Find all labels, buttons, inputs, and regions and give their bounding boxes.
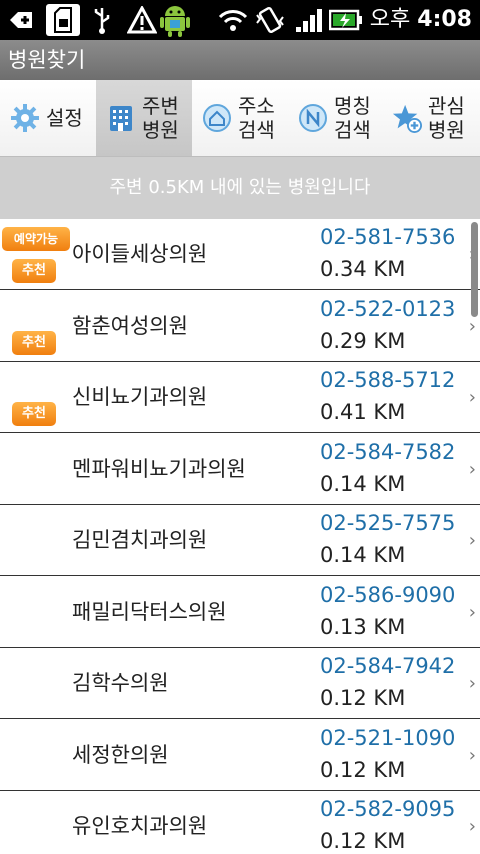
hospital-distance: 0.12 KM [320, 686, 406, 710]
hospital-phone[interactable]: 02-584-7942 [320, 654, 455, 678]
tab-favorite-label-line1: 관심 [428, 94, 465, 118]
clock-time: 4:08 [417, 7, 472, 32]
tab-bar: 설정 주변 병원 주소 검색 명칭 검색 관심 병원 [0, 80, 480, 157]
tab-address-search[interactable]: 주소 검색 [192, 80, 288, 156]
chevron-right-icon: › [468, 458, 476, 480]
hospital-distance: 0.41 KM [320, 400, 406, 424]
tab-nearby-label-line2: 병원 [142, 118, 179, 142]
house-circle-icon [202, 103, 232, 133]
chevron-right-icon: › [468, 744, 476, 766]
tab-name-label-line2: 검색 [334, 118, 371, 142]
app-title: 병원찾기 [8, 48, 86, 72]
chevron-right-icon: › [468, 816, 476, 837]
chevron-right-icon: › [468, 530, 476, 551]
hospital-row[interactable]: 김민겸치과의원 02-525-7575 0.14 KM › [0, 505, 480, 576]
clock-ampm: 오후 [369, 7, 411, 32]
hospital-distance: 0.29 KM [320, 328, 406, 353]
hospital-row[interactable]: 추천 신비뇨기과의원 02-588-5712 0.41 KM › [0, 362, 480, 433]
hospital-phone[interactable]: 02-588-5712 [320, 368, 455, 392]
scrollbar[interactable] [471, 222, 478, 317]
hospital-phone[interactable]: 02-584-7582 [320, 440, 455, 464]
tab-nearby-label: 주변 병원 [142, 94, 179, 142]
hospital-list[interactable]: 예약가능추천아이들세상의원02-581-75360.34 KM›추천함춘여성의원… [0, 219, 480, 854]
tab-settings[interactable]: 설정 [0, 80, 96, 156]
hospital-distance: 0.34 KM [320, 257, 406, 281]
hospital-phone[interactable]: 02-586-9090 [320, 583, 455, 607]
tab-name-label: 명칭 검색 [334, 94, 371, 142]
hospital-row[interactable]: 김학수의원 02-584-7942 0.12 KM › [0, 648, 480, 719]
hospital-row[interactable]: 추천 함춘여성의원 02-522-0123 0.29 KM › [0, 290, 480, 362]
add-icon [6, 4, 36, 36]
android-icon [158, 4, 192, 37]
hospital-row[interactable]: 세정한의원 02-521-1090 0.12 KM › [0, 719, 480, 791]
chevron-right-icon: › [468, 387, 476, 408]
battery-icon [328, 4, 364, 36]
hospital-phone[interactable]: 02-582-9095 [320, 797, 455, 821]
recommend-badge: 추천 [12, 259, 56, 283]
hospital-row[interactable]: 유인호치과의원 02-582-9095 0.12 KM › [0, 791, 480, 854]
chevron-right-icon: › [468, 673, 476, 694]
recommend-badge: 추천 [12, 330, 56, 355]
hospital-name: 함춘여성의원 [72, 313, 188, 338]
gear-icon [10, 103, 40, 133]
hospital-distance: 0.13 KM [320, 614, 406, 639]
wifi-icon [216, 4, 250, 36]
hospital-name: 세정한의원 [72, 742, 169, 767]
hospital-name: 패밀리닥터스의원 [72, 599, 227, 624]
tab-address-label: 주소 검색 [238, 94, 275, 142]
hospital-phone[interactable]: 02-521-1090 [320, 726, 455, 750]
hospital-name: 아이들세상의원 [72, 242, 208, 266]
tab-favorite-label-line2: 병원 [428, 118, 465, 142]
vibrate-icon [252, 4, 288, 36]
hospital-distance: 0.14 KM [320, 471, 406, 496]
hospital-row[interactable]: 패밀리닥터스의원 02-586-9090 0.13 KM › [0, 576, 480, 648]
hospital-distance: 0.12 KM [320, 757, 406, 782]
hospital-phone[interactable]: 02-522-0123 [320, 297, 455, 321]
hospital-building-icon [106, 103, 136, 133]
usb-icon [88, 4, 116, 36]
clock: 오후 4:08 [370, 0, 472, 40]
tab-settings-label: 설정 [46, 106, 83, 130]
hospital-name: 김학수의원 [72, 671, 169, 695]
signal-icon [294, 4, 324, 36]
status-bar: 오후 4:08 [0, 0, 480, 40]
hospital-name: 신비뇨기과의원 [72, 385, 208, 409]
tab-address-label-line2: 검색 [238, 118, 275, 142]
hospital-row[interactable]: 멘파워비뇨기과의원 02-584-7582 0.14 KM › [0, 433, 480, 505]
hospital-distance: 0.12 KM [320, 829, 406, 853]
tab-address-label-line1: 주소 [238, 94, 275, 118]
recommend-badge: 추천 [12, 402, 56, 426]
range-notice: 주변 0.5KM 내에 있는 병원입니다 [0, 157, 480, 219]
warning-icon [126, 4, 158, 36]
hospital-name: 유인호치과의원 [72, 814, 208, 838]
tab-favorite-label: 관심 병원 [428, 94, 465, 142]
tab-favorite-hospitals[interactable]: 관심 병원 [384, 80, 480, 156]
chevron-right-icon: › [468, 601, 476, 623]
tab-name-label-line1: 명칭 [334, 94, 371, 118]
hospital-name: 김민겸치과의원 [72, 528, 208, 552]
star-plus-icon [392, 103, 422, 133]
hospital-phone[interactable]: 02-581-7536 [320, 225, 455, 249]
app-title-bar: 병원찾기 [0, 40, 480, 80]
hospital-distance: 0.14 KM [320, 543, 406, 567]
booking-badge: 예약가능 [2, 227, 70, 251]
sd-card-icon [46, 4, 80, 36]
hospital-name: 멘파워비뇨기과의원 [72, 456, 246, 481]
hospital-phone[interactable]: 02-525-7575 [320, 511, 455, 535]
tab-name-search[interactable]: 명칭 검색 [288, 80, 384, 156]
hospital-row[interactable]: 예약가능추천아이들세상의원02-581-75360.34 KM› [0, 219, 480, 290]
name-circle-icon [298, 103, 328, 133]
tab-nearby-label-line1: 주변 [142, 94, 179, 118]
tab-nearby-hospitals[interactable]: 주변 병원 [96, 80, 192, 156]
